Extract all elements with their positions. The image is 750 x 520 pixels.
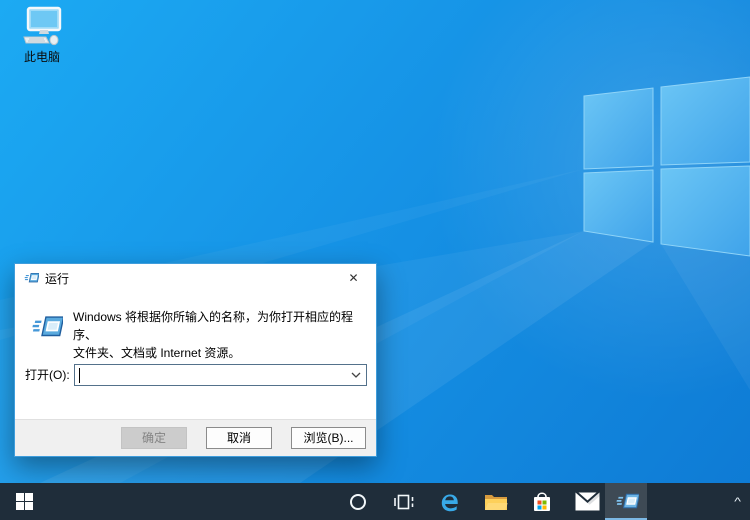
description-line-2: 文件夹、文档或 Internet 资源。 — [73, 346, 241, 360]
open-combobox[interactable] — [74, 364, 367, 386]
text-caret — [79, 368, 80, 383]
taskbar-run-app-button[interactable] — [605, 483, 647, 520]
store-bag-icon — [534, 491, 550, 511]
browse-button[interactable]: 浏览(B)... — [291, 427, 366, 449]
tray-expand-button[interactable]: ^ — [725, 483, 750, 520]
ok-button[interactable]: 确定 — [121, 427, 187, 449]
start-button[interactable] — [0, 483, 48, 520]
description-line-1: Windows 将根据你所输入的名称，为你打开相应的程序、 — [73, 310, 354, 342]
store-button[interactable] — [522, 483, 562, 520]
close-icon[interactable]: ✕ — [331, 264, 376, 292]
envelope-icon — [575, 492, 599, 511]
taskbar: ^ — [0, 483, 750, 520]
tray-expand-chevron-icon: ^ — [734, 495, 741, 508]
task-view-button[interactable] — [384, 483, 424, 520]
this-pc-icon — [23, 6, 62, 46]
edge-browser-button[interactable] — [430, 483, 470, 520]
desktop-screen: 此电脑 运行 ✕ Windows 将根据你所输入的名称，为你打开相应的程序、 文… — [0, 0, 750, 520]
file-explorer-button[interactable] — [476, 483, 516, 520]
open-field-label: 打开(O): — [25, 368, 70, 382]
folder-icon — [485, 494, 508, 510]
desktop-icon-label: 此电脑 — [23, 50, 60, 64]
run-dialog-footer: 确定 取消 浏览(B)... — [15, 419, 376, 456]
run-dialog-description: Windows 将根据你所输入的名称，为你打开相应的程序、 文件夹、文档或 In… — [73, 308, 373, 362]
edge-e-icon — [441, 493, 458, 511]
cancel-button[interactable]: 取消 — [206, 427, 272, 449]
run-dialog-titlebar[interactable]: 运行 ✕ — [15, 264, 376, 292]
mail-button[interactable] — [567, 483, 607, 520]
cortana-circle-icon — [350, 493, 366, 510]
run-dialog-title: 运行 — [45, 271, 70, 286]
desktop-icon-this-pc[interactable]: 此电脑 — [13, 5, 71, 64]
run-window-icon — [32, 316, 63, 337]
run-dialog: 运行 ✕ Windows 将根据你所输入的名称，为你打开相应的程序、 文件夹、文… — [14, 263, 377, 457]
chevron-down-icon — [351, 372, 361, 378]
cortana-button[interactable] — [338, 483, 378, 520]
task-view-icon — [394, 494, 414, 509]
windows-logo-icon — [15, 493, 33, 510]
run-window-icon — [616, 493, 639, 509]
combo-dropdown-button[interactable] — [346, 365, 366, 385]
run-window-icon — [24, 273, 39, 283]
open-input[interactable] — [75, 365, 346, 385]
